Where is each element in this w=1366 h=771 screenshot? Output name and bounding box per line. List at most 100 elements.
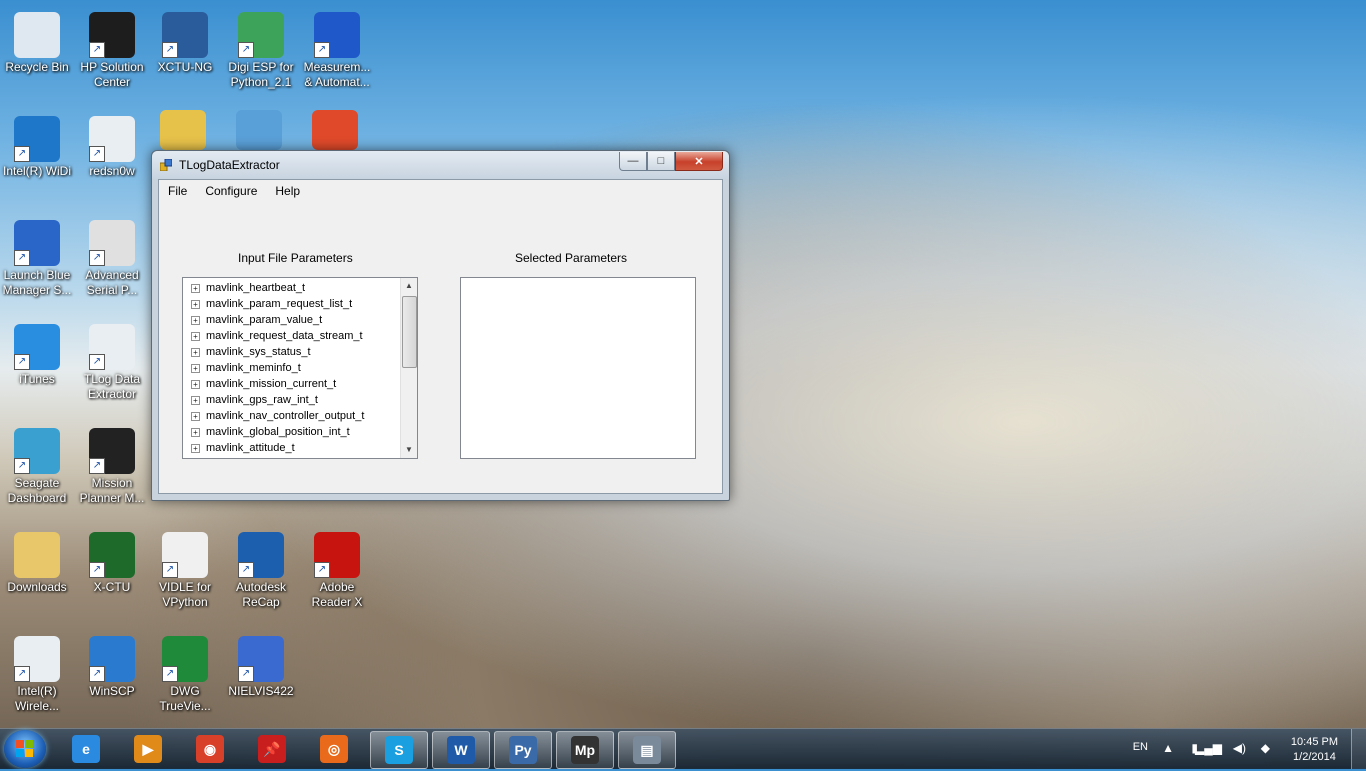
taskbar-button[interactable]: ▤ (618, 731, 676, 769)
swirl-icon[interactable] (236, 110, 282, 150)
desktop-icon[interactable]: Recycle Bin (0, 6, 74, 75)
expand-node-icon[interactable]: + (191, 395, 200, 405)
language-indicator[interactable]: EN (1133, 741, 1148, 753)
media-player-icon: ▶ (134, 735, 162, 763)
desktop-icon[interactable]: ↗ XCTU-NG (148, 6, 222, 75)
font-icon[interactable] (160, 110, 206, 150)
shortcut-arrow-icon: ↗ (14, 458, 30, 474)
tree-node[interactable]: + mavlink_param_value_t (183, 312, 417, 328)
desktop-icon[interactable]: ↗ redsn0w (75, 110, 149, 179)
menu-help[interactable]: Help (266, 180, 309, 204)
scroll-thumb[interactable] (402, 296, 417, 368)
desktop-icon[interactable]: ↗ Mission Planner M... (75, 422, 149, 506)
tree-node[interactable]: + mavlink_request_data_stream_t (183, 328, 417, 344)
system-tray: EN ▲ ▮ ▂▄▆ ◀) ◆ 10:45 PM 1/2/2014 (1106, 729, 1366, 769)
desktop-icon[interactable]: ↗ HP Solution Center (75, 6, 149, 90)
desktop-icon-label: redsn0w (89, 164, 135, 178)
dropbox-icon[interactable]: ◆ (1261, 741, 1270, 755)
desktop-icon[interactable]: ↗ X-CTU (75, 526, 149, 595)
desktop-icon[interactable]: ↗ WinSCP (75, 630, 149, 699)
scroll-down-arrow-icon[interactable]: ▼ (401, 442, 417, 458)
desktop-icon[interactable]: ↗ Intel(R) WiDi (0, 110, 74, 179)
expand-node-icon[interactable]: + (191, 363, 200, 373)
desktop-icon[interactable]: ↗ Digi ESP for Python_2.1 (224, 6, 298, 90)
taskbar-button[interactable]: W (432, 731, 490, 769)
tree-node[interactable]: + mavlink_heartbeat_t (183, 280, 417, 296)
antivirus-icon[interactable] (312, 110, 358, 150)
desktop-icon[interactable]: ↗ Measurem... & Automat... (300, 6, 374, 90)
tree-node[interactable]: + mavlink_global_position_int_t (183, 424, 417, 440)
tlog-data-extractor-window: TLogDataExtractor — □ ✕ File Configure H… (151, 150, 730, 501)
tree-node[interactable]: + mavlink_sys_status_t (183, 344, 417, 360)
desktop-icon[interactable]: ↗ NIELVIS422 (224, 630, 298, 699)
desktop-icon[interactable]: ↗ Adobe Reader X (300, 526, 374, 610)
input-parameters-tree[interactable]: + mavlink_heartbeat_t + mavlink_param_reque… (182, 277, 418, 459)
expand-node-icon[interactable]: + (191, 315, 200, 325)
taskbar-button[interactable]: 📌 (244, 731, 300, 767)
tree-node[interactable]: + mavlink_gps_raw_int_t (183, 392, 417, 408)
tree-node[interactable]: + mavlink_meminfo_t (183, 360, 417, 376)
selected-parameters-list[interactable] (460, 277, 696, 459)
shortcut-arrow-icon: ↗ (89, 250, 105, 266)
volume-icon[interactable]: ◀) (1233, 741, 1246, 755)
expand-node-icon[interactable]: + (191, 427, 200, 437)
desktop-icon-label: Recycle Bin (5, 60, 69, 74)
desktop-icon[interactable]: ↗ VIDLE for VPython (148, 526, 222, 610)
show-desktop-button[interactable] (1351, 729, 1366, 769)
desktop-icon[interactable]: ↗ TLog Data Extractor (75, 318, 149, 402)
desktop-icon-label: iTunes (19, 372, 55, 386)
taskbar-button[interactable]: ▶ (120, 731, 176, 767)
desktop-icon[interactable]: Downloads (0, 526, 74, 595)
desktop-icon[interactable]: ↗ Intel(R) Wirele... (0, 630, 74, 714)
show-hidden-icons-icon[interactable]: ▲ (1162, 741, 1174, 755)
desktop-icon[interactable]: ↗ Seagate Dashboard (0, 422, 74, 506)
desktop-icon[interactable]: ↗ Autodesk ReCap (224, 526, 298, 610)
tree-node[interactable]: + mavlink_mission_current_t (183, 376, 417, 392)
expand-node-icon[interactable]: + (191, 379, 200, 389)
python-icon: ↗ (162, 532, 208, 578)
desktop-icon[interactable]: ↗ iTunes (0, 318, 74, 387)
desktop-icon[interactable]: ↗ Launch Blue Manager S... (0, 214, 74, 298)
taskbar-button[interactable]: Mp (556, 731, 614, 769)
expand-node-icon[interactable]: + (191, 299, 200, 309)
minimize-button[interactable]: — (619, 152, 647, 171)
scroll-up-arrow-icon[interactable]: ▲ (401, 278, 417, 294)
menu-file[interactable]: File (159, 180, 196, 204)
recycle-bin-icon (14, 12, 60, 58)
clock[interactable]: 10:45 PM 1/2/2014 (1291, 735, 1338, 765)
tree-node[interactable]: + mavlink_nav_controller_output_t (183, 408, 417, 424)
tree-scrollbar[interactable]: ▲ ▼ (400, 278, 417, 458)
desktop-icon[interactable]: ↗ Advanced Serial P... (75, 214, 149, 298)
expand-node-icon[interactable]: + (191, 283, 200, 293)
menu-bar: File Configure Help (159, 180, 722, 204)
title-bar[interactable]: TLogDataExtractor — □ ✕ (152, 151, 729, 179)
tree-node[interactable]: + mavlink_attitude_t (183, 440, 417, 456)
shortcut-arrow-icon: ↗ (89, 42, 105, 58)
shortcut-arrow-icon: ↗ (89, 146, 105, 162)
start-button[interactable] (4, 730, 46, 768)
menu-configure[interactable]: Configure (196, 180, 266, 204)
network-signal-icon[interactable]: ▂▄▆ (1195, 741, 1222, 755)
close-button[interactable]: ✕ (675, 152, 723, 171)
skype-icon: S (385, 736, 413, 764)
shortcut-arrow-icon: ↗ (238, 42, 254, 58)
desktop-icon[interactable]: ↗ DWG TrueVie... (148, 630, 222, 714)
taskbar-button[interactable]: ◉ (182, 731, 238, 767)
expand-node-icon[interactable]: + (191, 347, 200, 357)
tree-node-label: mavlink_param_value_t (206, 314, 323, 326)
expand-node-icon[interactable]: + (191, 443, 200, 453)
expand-node-icon[interactable]: + (191, 411, 200, 421)
close-icon: ✕ (694, 155, 704, 168)
taskbar-button[interactable]: Py (494, 731, 552, 769)
shortcut-arrow-icon: ↗ (14, 666, 30, 682)
maximize-button[interactable]: □ (647, 152, 675, 171)
mission-planner-icon: Mp (571, 736, 599, 764)
recap-icon: ↗ (238, 532, 284, 578)
expand-node-icon[interactable]: + (191, 331, 200, 341)
tree-node-label: mavlink_meminfo_t (206, 362, 301, 374)
taskbar-button[interactable]: ◎ (306, 731, 362, 767)
shortcut-arrow-icon: ↗ (162, 666, 178, 682)
taskbar-button[interactable]: e (58, 731, 114, 767)
taskbar-button[interactable]: S (370, 731, 428, 769)
tree-node[interactable]: + mavlink_param_request_list_t (183, 296, 417, 312)
